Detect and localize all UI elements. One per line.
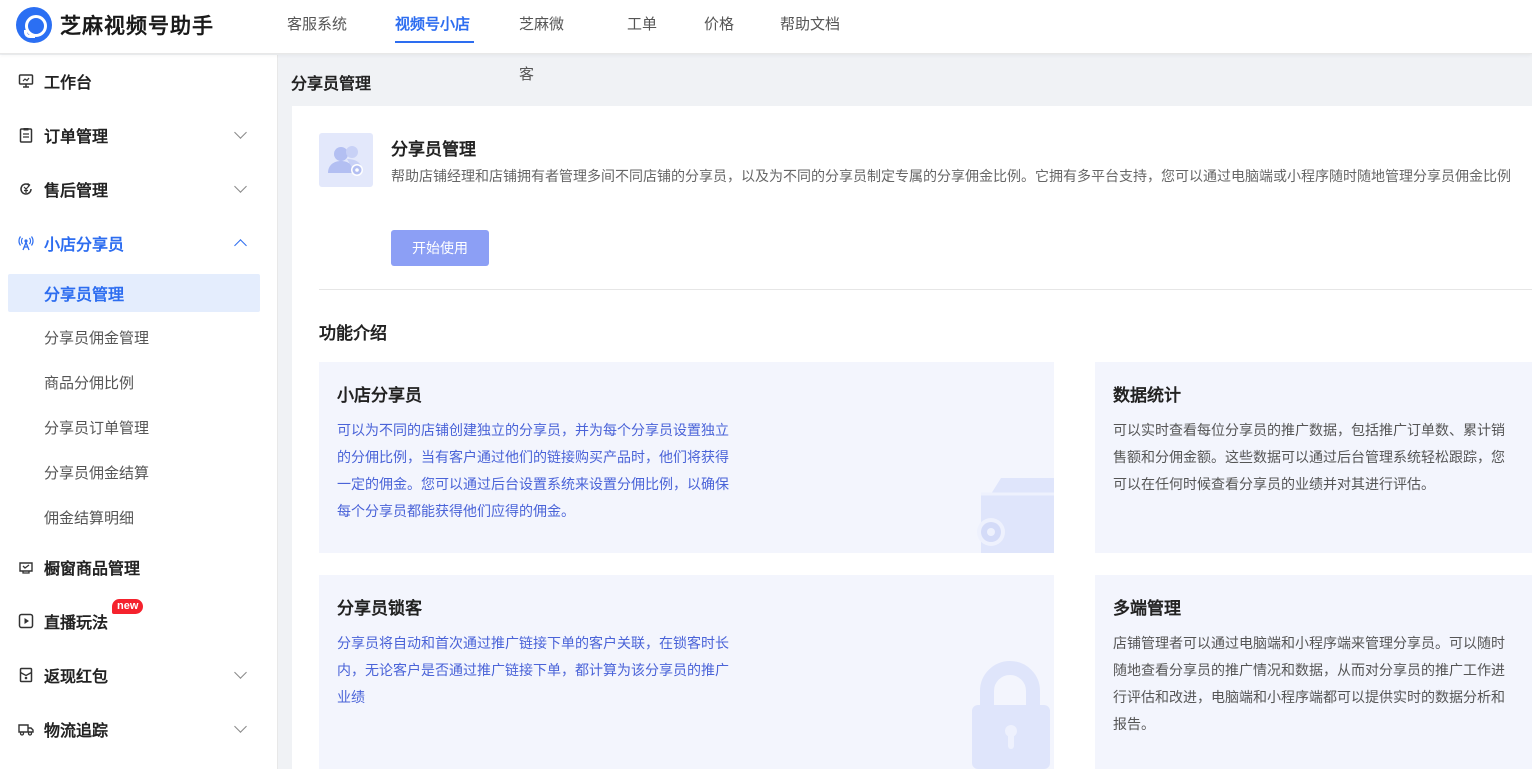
chevron-up-icon bbox=[234, 238, 247, 252]
chevron-down-icon bbox=[234, 665, 247, 679]
top-bar: 芝麻视频号助手 客服系统 视频号小店 芝麻微客 工单 价格 帮助文档 bbox=[0, 0, 1532, 83]
sidebar-item-label: 直播玩法 bbox=[44, 615, 109, 632]
feature-description: 可以实时查看每位分享员的推广数据，包括推广订单数、累计销售额和分佣金额。这些数据… bbox=[1113, 422, 1505, 492]
sidebar-item-workbench[interactable]: 工作台 bbox=[0, 61, 278, 101]
sidebar-item-sharer[interactable]: 小店分享员 bbox=[0, 223, 278, 263]
feature-description: 分享员将自动和首次通过推广链接下单的客户关联，在锁客时长内，无论客户是否通过推广… bbox=[337, 635, 729, 705]
broadcast-icon bbox=[18, 236, 34, 251]
clipboard-icon bbox=[19, 128, 33, 143]
feature-title: 分享员锁客 bbox=[337, 599, 422, 618]
start-button[interactable]: 开始使用 bbox=[391, 230, 489, 266]
chevron-down-icon bbox=[234, 719, 247, 733]
sidebar-subitem-product-commission-ratio[interactable]: 商品分佣比例 bbox=[8, 363, 260, 401]
page-title: 分享员管理 bbox=[291, 76, 372, 93]
sidebar-subitem-sharer-orders[interactable]: 分享员订单管理 bbox=[8, 408, 260, 446]
sidebar-subitem-label: 分享员订单管理 bbox=[44, 419, 150, 437]
logo-icon bbox=[16, 7, 52, 43]
sidebar-item-live[interactable]: 直播玩法 new bbox=[0, 599, 278, 641]
sidebar-item-label: 售后管理 bbox=[44, 183, 109, 200]
nav-item-help-docs[interactable]: 帮助文档 bbox=[780, 0, 860, 54]
refund-icon bbox=[20, 182, 32, 195]
app-logo[interactable]: 芝麻视频号助手 bbox=[16, 7, 214, 43]
nav-item-pricing[interactable]: 价格 bbox=[704, 0, 734, 54]
sidebar-subitem-label: 商品分佣比例 bbox=[44, 374, 135, 392]
lock-icon bbox=[972, 661, 1050, 769]
chevron-down-icon bbox=[234, 179, 247, 193]
showcase-icon bbox=[19, 562, 33, 574]
sidebar-subitem-label: 分享员管理 bbox=[44, 287, 125, 304]
red-packet-icon bbox=[19, 667, 33, 683]
app-name: 芝麻视频号助手 bbox=[60, 15, 214, 38]
truck-icon bbox=[18, 724, 34, 736]
intro-description: 帮助店铺经理和店铺拥有者管理多间不同店铺的分享员，以及为不同的分享员制定专属的分… bbox=[391, 168, 1511, 184]
feature-title: 小店分享员 bbox=[337, 386, 422, 405]
users-gear-icon bbox=[319, 133, 373, 187]
nav-item-zhima-weike[interactable]: 芝麻微客 bbox=[519, 0, 564, 83]
section-title: 功能介绍 bbox=[319, 324, 387, 343]
sidebar-subitem-commission-settlement[interactable]: 分享员佣金结算 bbox=[8, 453, 260, 491]
nav-item-customer-service[interactable]: 客服系统 bbox=[287, 0, 395, 54]
nav-item-tickets[interactable]: 工单 bbox=[627, 0, 657, 54]
shop-gear-icon bbox=[977, 478, 1054, 553]
sidebar-item-label: 小店分享员 bbox=[44, 237, 125, 254]
feature-card-customer-lock: 分享员锁客 分享员将自动和首次通过推广链接下单的客户关联，在锁客时长内，无论客户… bbox=[319, 575, 1054, 769]
play-icon bbox=[18, 613, 34, 629]
sidebar-item-label: 物流追踪 bbox=[44, 723, 109, 740]
top-nav: 客服系统 视频号小店 芝麻微客 工单 价格 帮助文档 bbox=[287, 0, 860, 83]
feature-card-data-stats: 数据统计 可以实时查看每位分享员的推广数据，包括推广订单数、累计销售额和分佣金额… bbox=[1095, 362, 1532, 553]
sidebar-item-label: 橱窗商品管理 bbox=[44, 561, 141, 578]
sidebar-item-label: 订单管理 bbox=[44, 129, 109, 146]
intro-title: 分享员管理 bbox=[391, 140, 476, 159]
new-badge: new bbox=[112, 599, 144, 614]
feature-title: 数据统计 bbox=[1113, 386, 1181, 405]
sidebar-item-cashback[interactable]: 返现红包 bbox=[0, 655, 278, 695]
feature-card-shop-sharer: 小店分享员 可以为不同的店铺创建独立的分享员，并为每个分享员设置独立的分佣比例，… bbox=[319, 362, 1054, 553]
sidebar-subitem-settlement-details[interactable]: 佣金结算明细 bbox=[8, 498, 260, 536]
sidebar-item-orders[interactable]: 订单管理 bbox=[0, 115, 278, 155]
feature-card-multi-platform: 多端管理 店铺管理者可以通过电脑端和小程序端来管理分享员。可以随时随地查看分享员… bbox=[1095, 575, 1532, 769]
sidebar-subitem-label: 分享员佣金管理 bbox=[44, 329, 150, 347]
feature-title: 多端管理 bbox=[1113, 599, 1181, 618]
sidebar-item-showcase[interactable]: 橱窗商品管理 bbox=[0, 547, 278, 587]
sidebar-item-logistics[interactable]: 物流追踪 bbox=[0, 709, 278, 749]
sidebar-subitem-commission-management[interactable]: 分享员佣金管理 bbox=[8, 318, 260, 356]
feature-description: 店铺管理者可以通过电脑端和小程序端来管理分享员。可以随时随地查看分享员的推广情况… bbox=[1113, 635, 1505, 732]
sidebar-subitem-sharer-management[interactable]: 分享员管理 bbox=[8, 274, 260, 312]
sidebar-item-label: 工作台 bbox=[44, 75, 93, 92]
sidebar-subitem-label: 分享员佣金结算 bbox=[44, 464, 150, 482]
divider bbox=[319, 289, 1532, 290]
sidebar-subitem-label: 佣金结算明细 bbox=[44, 509, 135, 527]
feature-description: 可以为不同的店铺创建独立的分享员，并为每个分享员设置独立的分佣比例，当有客户通过… bbox=[337, 422, 729, 519]
chevron-down-icon bbox=[234, 125, 247, 139]
monitor-icon bbox=[18, 74, 34, 88]
sidebar: 工作台 订单管理 售后管理 小店分享员 分享员管理 分享员佣金管理 商品分佣比例… bbox=[0, 55, 278, 769]
nav-item-video-shop[interactable]: 视频号小店 bbox=[395, 0, 474, 54]
sidebar-item-aftersale[interactable]: 售后管理 bbox=[0, 169, 278, 209]
content-card: 分享员管理 帮助店铺经理和店铺拥有者管理多间不同店铺的分享员，以及为不同的分享员… bbox=[292, 106, 1532, 769]
sidebar-item-label: 返现红包 bbox=[44, 669, 109, 686]
